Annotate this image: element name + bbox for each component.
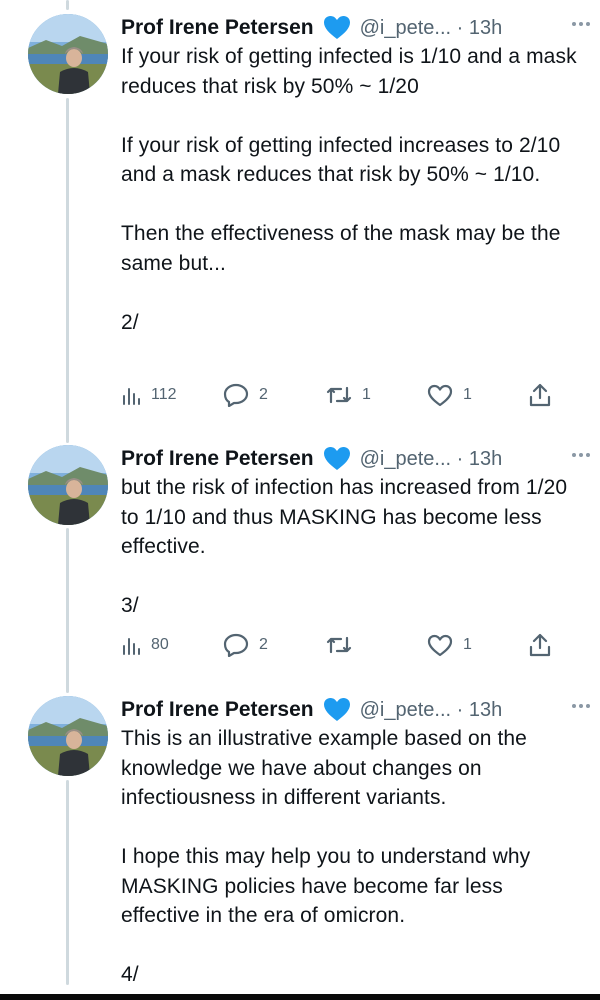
tweet[interactable]: Prof Irene Petersen @i_pete... · 13h If …	[0, 6, 600, 426]
handle-and-time[interactable]: @i_pete... · 13h	[360, 448, 503, 471]
tweet-text: but the risk of infection has increased …	[121, 476, 568, 617]
share-button[interactable]	[529, 378, 551, 412]
views-icon	[123, 638, 140, 655]
author-name[interactable]: Prof Irene Petersen	[121, 16, 314, 40]
verified-heart-icon	[323, 15, 351, 41]
tweet-text: This is an illustrative example based on…	[121, 727, 531, 986]
like-count: 1	[463, 386, 472, 403]
retweet-count: 1	[362, 386, 371, 403]
avatar[interactable]	[28, 14, 108, 94]
verified-heart-icon	[323, 446, 351, 472]
more-icon[interactable]	[572, 704, 590, 708]
author-name[interactable]: Prof Irene Petersen	[121, 447, 314, 471]
like-icon	[427, 634, 453, 656]
retweet-button[interactable]: 1	[326, 378, 371, 412]
action-bar: 80 2 1	[121, 628, 561, 662]
more-icon[interactable]	[572, 453, 590, 457]
reply-button[interactable]: 2	[223, 378, 268, 412]
action-bar: 112 2 1 1	[121, 378, 561, 412]
verified-heart-icon	[323, 697, 351, 723]
views-button[interactable]: 112	[121, 378, 177, 412]
views-icon	[123, 388, 140, 405]
share-icon	[529, 633, 551, 657]
like-button[interactable]: 1	[427, 378, 472, 412]
reply-count: 2	[259, 386, 268, 403]
reply-icon	[223, 633, 249, 657]
author-name[interactable]: Prof Irene Petersen	[121, 698, 314, 722]
share-button[interactable]	[529, 628, 551, 662]
avatar-photo	[28, 696, 108, 776]
avatar-photo	[28, 14, 108, 94]
reply-icon	[223, 383, 249, 407]
avatar[interactable]	[28, 445, 108, 525]
avatar-photo	[28, 445, 108, 525]
retweet-icon	[326, 386, 352, 404]
reply-button[interactable]: 2	[223, 628, 268, 662]
views-button[interactable]: 80	[121, 628, 169, 662]
avatar[interactable]	[28, 696, 108, 776]
more-icon[interactable]	[572, 22, 590, 26]
handle-and-time[interactable]: @i_pete... · 13h	[360, 699, 503, 722]
retweet-button[interactable]	[326, 628, 362, 662]
views-count: 112	[151, 386, 177, 403]
like-button[interactable]: 1	[427, 628, 472, 662]
bottom-edge-bar	[0, 994, 600, 1000]
like-icon	[427, 384, 453, 406]
like-count: 1	[463, 636, 472, 653]
tweet[interactable]: Prof Irene Petersen @i_pete... · 13h Thi…	[0, 688, 600, 994]
handle-and-time[interactable]: @i_pete... · 13h	[360, 17, 503, 40]
share-icon	[529, 383, 551, 407]
tweet-text: If your risk of getting infected is 1/10…	[121, 45, 577, 334]
views-count: 80	[151, 636, 169, 653]
retweet-icon	[326, 636, 352, 654]
tweet[interactable]: Prof Irene Petersen @i_pete... · 13h but…	[0, 437, 600, 677]
reply-count: 2	[259, 636, 268, 653]
